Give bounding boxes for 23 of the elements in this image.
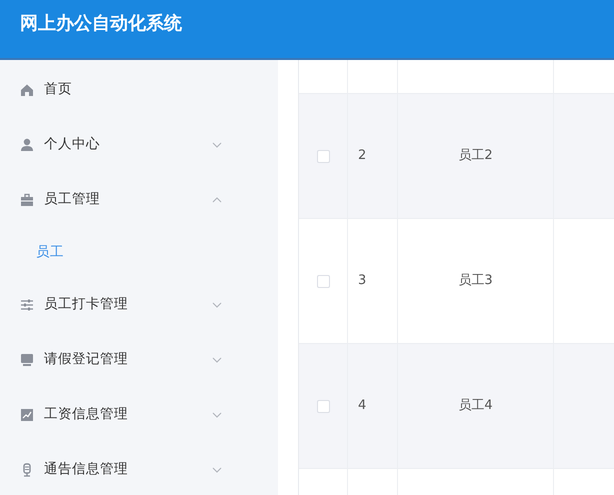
briefcase-icon — [20, 192, 34, 206]
table-cell-text: 4 — [358, 397, 366, 416]
sidebar-item[interactable]: 请假登记管理 — [0, 332, 278, 387]
table-cell-text: 员工2 — [458, 147, 493, 166]
row-checkbox[interactable] — [316, 274, 330, 288]
row-checkbox[interactable] — [316, 150, 330, 162]
row-checkbox[interactable] — [316, 400, 330, 412]
sliders-icon — [20, 298, 34, 312]
sidebar-item[interactable]: 员工管理 — [0, 172, 278, 227]
user-icon — [20, 138, 34, 152]
table-cell-text: 员工4 — [458, 397, 493, 416]
sidebar-item[interactable]: 个人中心 — [0, 117, 278, 172]
sidebar-item[interactable]: 工资信息管理 — [0, 387, 278, 442]
monitor-icon — [20, 352, 34, 366]
table-cell-text: 2 — [358, 147, 366, 166]
sidebar-item[interactable]: 员工打卡管理 — [0, 277, 278, 332]
table-cell-text: 员工3 — [458, 272, 493, 290]
app-title: 网上办公自动化系统 — [20, 12, 182, 36]
table-cell-text: 3 — [358, 272, 366, 290]
chart-icon — [20, 408, 34, 422]
sidebar-item[interactable]: 通告信息管理 — [0, 442, 278, 495]
sidebar-item[interactable]: 首页 — [0, 62, 278, 117]
home-icon — [20, 82, 34, 96]
